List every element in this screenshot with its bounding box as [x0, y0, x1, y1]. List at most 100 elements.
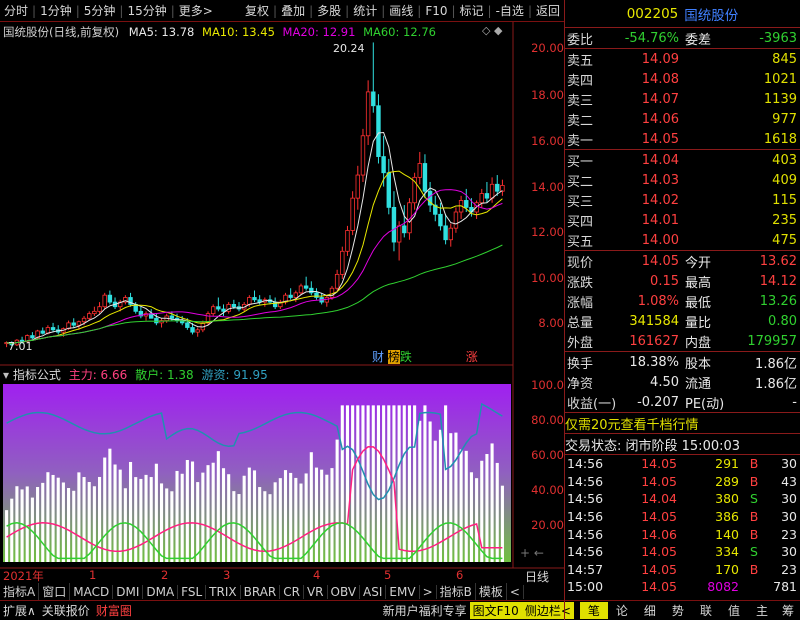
promo-row[interactable]: 仅需20元查看千档行情: [565, 413, 800, 433]
stat-value: 161627: [629, 333, 679, 349]
tab-window[interactable]: 窗口: [39, 583, 71, 600]
tab-emv[interactable]: EMV: [386, 584, 420, 599]
buy-row[interactable]: 买三 14.02 115: [565, 190, 800, 210]
tick-price: 14.05: [641, 544, 677, 560]
buy-row[interactable]: 买一 14.04 403: [565, 150, 800, 170]
expand-button[interactable]: 扩展∧: [0, 602, 39, 619]
sell-row[interactable]: 卖五 14.09 845: [565, 49, 800, 69]
tab-dma[interactable]: DMA: [143, 584, 179, 599]
sell-volume: 977: [772, 111, 797, 127]
candle-body: [381, 156, 386, 174]
tab-next[interactable]: >: [420, 584, 437, 599]
event-rise[interactable]: 涨: [466, 350, 478, 364]
sell-row[interactable]: 卖一 14.05 1618: [565, 129, 800, 149]
wealth-circle-button[interactable]: 财富圈: [93, 602, 135, 619]
buy-row[interactable]: 买二 14.03 409: [565, 170, 800, 190]
mark-button[interactable]: 标记: [456, 2, 488, 19]
tick-list[interactable]: 14:56 14.05 291 B 30 14:56 14.05 289 B 43 14:56 14.…: [565, 455, 800, 596]
buy-volume: 403: [772, 152, 797, 168]
collapse-icon[interactable]: ▾: [3, 368, 9, 382]
tab-vr[interactable]: VR: [304, 584, 328, 599]
indicator-bar: [232, 491, 236, 562]
tab-template[interactable]: 模板: [476, 583, 507, 600]
tab-fsl[interactable]: FSL: [178, 584, 207, 599]
tab-prev[interactable]: <: [507, 584, 524, 599]
tab-more[interactable]: 更多>: [175, 2, 217, 19]
candle-body: [252, 297, 257, 301]
tab-macd[interactable]: MACD: [70, 584, 114, 599]
tab-indicator-b[interactable]: 指标B: [437, 583, 476, 600]
fuquan-button[interactable]: 复权: [241, 2, 273, 19]
stat-value: 18.38%: [629, 354, 679, 370]
related-quotes-button[interactable]: 关联报价: [39, 602, 93, 619]
tab-asi[interactable]: ASI: [360, 584, 387, 599]
tick-count: 30: [781, 509, 797, 525]
indicator-bar: [134, 477, 138, 562]
kline-chart[interactable]: [0, 22, 564, 583]
indicator-bar: [118, 469, 122, 562]
tab-15min[interactable]: 15分钟: [123, 2, 170, 19]
chart-controls[interactable]: ◇ ◆: [482, 24, 502, 37]
candle-body: [97, 306, 102, 312]
tab-obv[interactable]: OBV: [328, 584, 361, 599]
tick-price: 14.05: [641, 561, 677, 577]
indicator-bar: [464, 450, 468, 562]
indicator-bar: [67, 488, 71, 562]
stat-label2: 流通: [685, 376, 712, 392]
event-markers[interactable]: 财 榜跌 涨: [372, 348, 478, 365]
tick-time: 14:56: [567, 544, 604, 560]
tick-row: 14:56 14.05 334 S 30: [565, 543, 800, 561]
tick-count: 30: [781, 456, 797, 472]
buy-volume: 409: [772, 172, 797, 188]
multi-stock-button[interactable]: 多股: [313, 2, 345, 19]
candle-body: [231, 304, 237, 308]
tab-indicator-a[interactable]: 指标A: [0, 583, 40, 600]
stat-value: 14.05: [641, 253, 679, 269]
overlay-button[interactable]: 叠加: [277, 2, 309, 19]
tab-1min[interactable]: 1分钟: [36, 2, 76, 19]
draw-button[interactable]: 画线: [385, 2, 417, 19]
x-month: 3: [223, 568, 231, 582]
watchlist-button[interactable]: -自选: [492, 2, 528, 19]
f10-button[interactable]: F10: [421, 4, 451, 18]
event-fall[interactable]: 跌: [400, 350, 412, 364]
event-rank[interactable]: 榜: [387, 350, 400, 364]
indicator-bar: [36, 487, 40, 562]
tick-time: 15:00: [567, 579, 604, 595]
x-month: 4: [313, 568, 321, 582]
tab-trix[interactable]: TRIX: [206, 584, 241, 599]
sell-volume: 1618: [763, 131, 797, 147]
indicator-bar: [340, 405, 344, 562]
tick-volume: 289: [715, 473, 739, 489]
stat-value: 0.15: [650, 273, 679, 289]
sell-row[interactable]: 卖二 14.06 977: [565, 109, 800, 129]
sell-row[interactable]: 卖三 14.07 1139: [565, 89, 800, 109]
tab-5min[interactable]: 5分钟: [80, 2, 120, 19]
weicha-label: 委差: [685, 32, 712, 48]
candle-body: [303, 285, 309, 289]
indicator-bar: [418, 420, 422, 562]
stat-value2: 179957: [747, 333, 797, 349]
stat-row: 外盘 161627 内盘 179957: [565, 331, 800, 351]
event-finance[interactable]: 财: [372, 350, 384, 364]
tab-cr[interactable]: CR: [280, 584, 304, 599]
buy-row[interactable]: 买五 14.00 475: [565, 230, 800, 250]
buy-price: 14.02: [641, 192, 679, 208]
zoom-controls[interactable]: + ←: [520, 546, 544, 560]
indicator-bar: [165, 488, 169, 562]
tab-dmi[interactable]: DMI: [113, 584, 144, 599]
back-button[interactable]: 返回: [532, 2, 564, 19]
indicator-bar: [185, 459, 189, 562]
stats-button[interactable]: 统计: [349, 2, 381, 19]
tab-brar[interactable]: BRAR: [241, 584, 281, 599]
f10-text-button[interactable]: 图文F10: [469, 602, 522, 619]
indicator-title[interactable]: 指标公式: [13, 368, 61, 382]
promo-link[interactable]: 新用户福利专享: [380, 602, 470, 619]
sell-row[interactable]: 卖四 14.08 1021: [565, 69, 800, 89]
buy-price: 14.04: [641, 152, 679, 168]
candle-body: [479, 193, 484, 204]
indicator-bar: [154, 463, 158, 562]
candle-body: [391, 206, 397, 243]
tab-fenshi[interactable]: 分时: [0, 2, 32, 19]
buy-row[interactable]: 买四 14.01 235: [565, 210, 800, 230]
